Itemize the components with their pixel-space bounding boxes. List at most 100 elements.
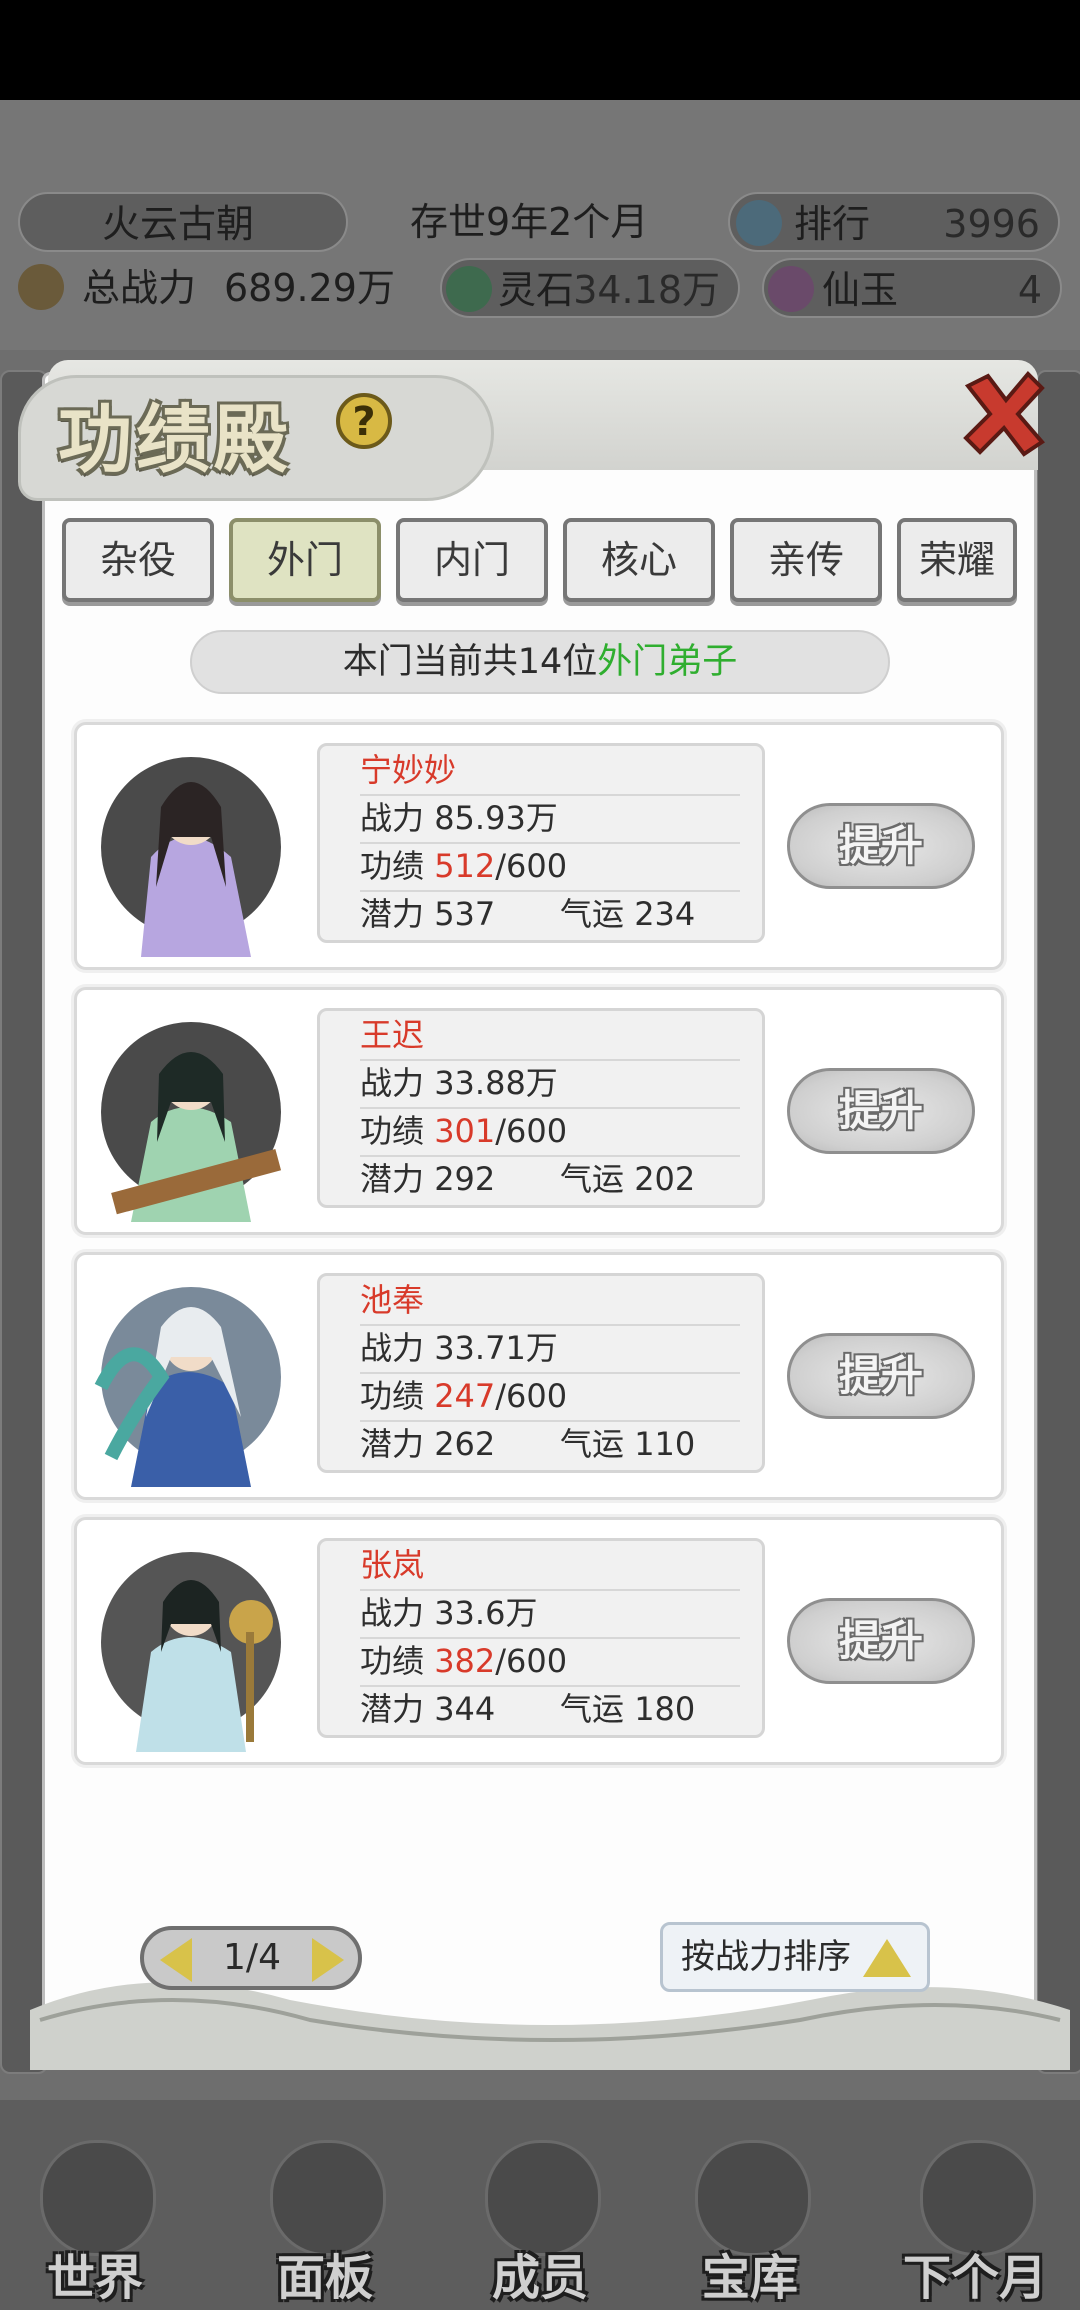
- tab-core[interactable]: 核心: [563, 518, 715, 602]
- dynasty-age: 存世9年2个月: [410, 200, 649, 244]
- disciple-card: 张岚 战力 33.6万 功绩 382/600 潜力 344 气运 180 提升: [74, 1517, 1004, 1765]
- close-icon[interactable]: [958, 368, 1048, 458]
- power-value: 689.29万: [224, 266, 395, 310]
- power-value: 85.93万: [434, 799, 558, 837]
- nav-next-month-label: 下个月: [902, 2250, 1047, 2306]
- disciple-portrait: [101, 1022, 281, 1222]
- dialog-header: 功绩殿 ?: [8, 345, 1072, 501]
- right-background-panel: [1036, 370, 1080, 2074]
- nav-world-label: 世界: [46, 2250, 143, 2306]
- prev-page-icon[interactable]: [160, 1938, 192, 1982]
- merit-row: 功绩 247/600: [360, 1372, 740, 1422]
- nav-treasury[interactable]: 宝库: [655, 2140, 845, 2310]
- merit-max: /600: [495, 847, 568, 885]
- spirit-stone-value: 34.18万: [573, 268, 720, 312]
- luck-label: 气运: [560, 895, 625, 933]
- page-indicator: 1/4: [223, 1937, 281, 1978]
- tab-glory[interactable]: 荣耀: [897, 518, 1017, 602]
- stats-row: 潜力 344 气运 180: [360, 1685, 740, 1733]
- potential-value: 292: [434, 1160, 496, 1198]
- merit-row: 功绩 301/600: [360, 1107, 740, 1157]
- merit-value: 247: [434, 1377, 496, 1415]
- potential-label: 潜力: [360, 895, 425, 933]
- merit-label: 功绩: [360, 1642, 425, 1680]
- power-label: 总战力: [82, 266, 197, 310]
- raise-button[interactable]: 提升: [787, 803, 975, 889]
- disciple-count-banner: 本门当前共14位外门弟子: [190, 630, 890, 694]
- rank-value: 3996: [943, 202, 1040, 246]
- nav-treasury-label: 宝库: [701, 2250, 798, 2306]
- luck-label: 气运: [560, 1160, 625, 1198]
- pager: 1/4: [140, 1926, 362, 1990]
- disciple-info-panel: 宁妙妙 战力 85.93万 功绩 512/600 潜力 537 气运 234: [317, 743, 765, 943]
- merit-max: /600: [495, 1112, 568, 1150]
- help-icon[interactable]: ?: [336, 393, 392, 449]
- disciple-portrait: [94, 1287, 281, 1487]
- tab-inner[interactable]: 内门: [396, 518, 548, 602]
- potential-label: 潜力: [360, 1690, 425, 1728]
- luck-label: 气运: [560, 1425, 625, 1463]
- raise-button[interactable]: 提升: [787, 1598, 975, 1684]
- merit-value: 512: [434, 847, 496, 885]
- potential-label: 潜力: [360, 1425, 425, 1463]
- sort-label: 按战力排序: [681, 1937, 851, 1977]
- count-prefix: 本门当前共14位: [342, 642, 598, 682]
- disciple-portrait: [101, 757, 281, 957]
- stats-row: 潜力 537 气运 234: [360, 890, 740, 938]
- disciple-card: 王迟 战力 33.88万 功绩 301/600 潜力 292 气运 202 提升: [74, 987, 1004, 1235]
- power-label: 战力: [360, 1064, 425, 1102]
- jade-value: 4: [1017, 268, 1042, 312]
- nav-world[interactable]: 世界: [0, 2140, 190, 2310]
- merit-value: 382: [434, 1642, 496, 1680]
- power-row: 战力 33.6万: [360, 1589, 740, 1639]
- luck-label: 气运: [560, 1690, 625, 1728]
- tab-personal[interactable]: 亲传: [730, 518, 882, 602]
- dynasty-pill: 火云古朝: [18, 192, 348, 252]
- nav-next-month[interactable]: 下个月: [880, 2140, 1070, 2310]
- potential-value: 344: [434, 1690, 496, 1728]
- left-background-panel: [0, 370, 48, 2074]
- close-x-shape: [963, 371, 1045, 457]
- spirit-stone-label: 灵石: [498, 268, 575, 312]
- rank-pill[interactable]: 排行 3996: [728, 192, 1060, 252]
- tab-servant[interactable]: 杂役: [62, 518, 214, 602]
- power-pill: 总战力 689.29万: [10, 258, 430, 318]
- disciple-name: 宁妙妙: [360, 746, 740, 796]
- merit-value: 301: [434, 1112, 496, 1150]
- nav-members-label: 成员: [491, 2250, 588, 2306]
- spirit-stone-pill[interactable]: 灵石 34.18万: [440, 258, 740, 318]
- power-label: 战力: [360, 799, 425, 837]
- count-highlight: 外门弟子: [597, 642, 738, 682]
- disciple-info-panel: 王迟 战力 33.88万 功绩 301/600 潜力 292 气运 202: [317, 1008, 765, 1208]
- power-row: 战力 33.71万: [360, 1324, 740, 1374]
- luck-stat: 气运 110: [560, 1420, 695, 1468]
- next-page-icon[interactable]: [312, 1938, 344, 1982]
- age-pill: 存世9年2个月: [370, 192, 710, 252]
- merit-label: 功绩: [360, 1377, 425, 1415]
- merit-row: 功绩 382/600: [360, 1637, 740, 1687]
- nav-panel[interactable]: 面板: [230, 2140, 420, 2310]
- potential-value: 262: [434, 1425, 496, 1463]
- spirit-stone-icon: [446, 266, 492, 312]
- rank-label: 排行: [794, 202, 871, 246]
- tab-outer[interactable]: 外门: [229, 518, 381, 602]
- disciple-info-panel: 池奉 战力 33.71万 功绩 247/600 潜力 262 气运 110: [317, 1273, 765, 1473]
- luck-stat: 气运 202: [560, 1155, 695, 1203]
- raise-button[interactable]: 提升: [787, 1068, 975, 1154]
- power-value: 33.71万: [434, 1329, 558, 1367]
- sort-by-power-button[interactable]: 按战力排序: [660, 1922, 930, 1992]
- jade-pill[interactable]: 仙玉 4: [762, 258, 1062, 318]
- nav-members[interactable]: 成员: [445, 2140, 635, 2310]
- power-label: 战力: [360, 1329, 425, 1367]
- jade-label: 仙玉: [822, 268, 899, 312]
- raise-button[interactable]: 提升: [787, 1333, 975, 1419]
- jade-icon: [768, 266, 814, 312]
- disciple-portrait: [101, 1552, 281, 1752]
- disciple-name: 池奉: [360, 1276, 740, 1326]
- rank-icon: [736, 200, 782, 246]
- power-icon: [18, 264, 64, 310]
- potential-label: 潜力: [360, 1160, 425, 1198]
- disciple-card: 宁妙妙 战力 85.93万 功绩 512/600 潜力 537 气运 234 提升: [74, 722, 1004, 970]
- merit-label: 功绩: [360, 1112, 425, 1150]
- disciple-name: 张岚: [360, 1541, 740, 1591]
